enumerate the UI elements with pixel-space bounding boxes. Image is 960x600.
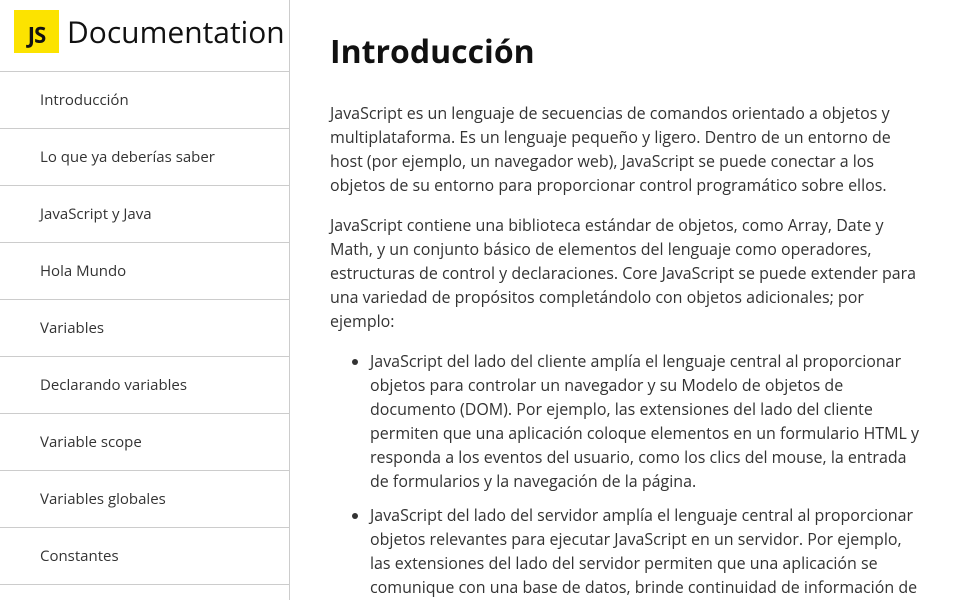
- brand: JS Documentation: [0, 0, 289, 71]
- main-content: Introducción JavaScript es un lenguaje d…: [290, 0, 960, 600]
- sidebar-item-variables-globales[interactable]: Variables globales: [0, 470, 289, 527]
- bullet-item-client-side: JavaScript del lado del cliente amplía e…: [370, 349, 920, 493]
- section-title: Introducción: [330, 30, 920, 73]
- js-logo-icon: JS: [14, 10, 59, 53]
- brand-title: Documentation: [67, 11, 285, 52]
- sidebar-item-constantes[interactable]: Constantes: [0, 527, 289, 585]
- intro-paragraph-2: JavaScript contiene una biblioteca están…: [330, 213, 920, 333]
- bullet-item-server-side: JavaScript del lado del servidor amplía …: [370, 503, 920, 600]
- bullet-list: JavaScript del lado del cliente amplía e…: [330, 349, 920, 600]
- sidebar-item-javascript-y-java[interactable]: JavaScript y Java: [0, 185, 289, 242]
- sidebar-item-variable-scope[interactable]: Variable scope: [0, 413, 289, 470]
- sidebar-item-lo-que-ya-deberias-saber[interactable]: Lo que ya deberías saber: [0, 128, 289, 185]
- nav-list: Introducción Lo que ya deberías saber Ja…: [0, 71, 289, 585]
- sidebar-item-declarando-variables[interactable]: Declarando variables: [0, 356, 289, 413]
- sidebar-item-variables[interactable]: Variables: [0, 299, 289, 356]
- intro-paragraph-1: JavaScript es un lenguaje de secuencias …: [330, 101, 920, 197]
- sidebar-item-introduccion[interactable]: Introducción: [0, 71, 289, 128]
- sidebar-item-hola-mundo[interactable]: Hola Mundo: [0, 242, 289, 299]
- sidebar: JS Documentation Introducción Lo que ya …: [0, 0, 290, 600]
